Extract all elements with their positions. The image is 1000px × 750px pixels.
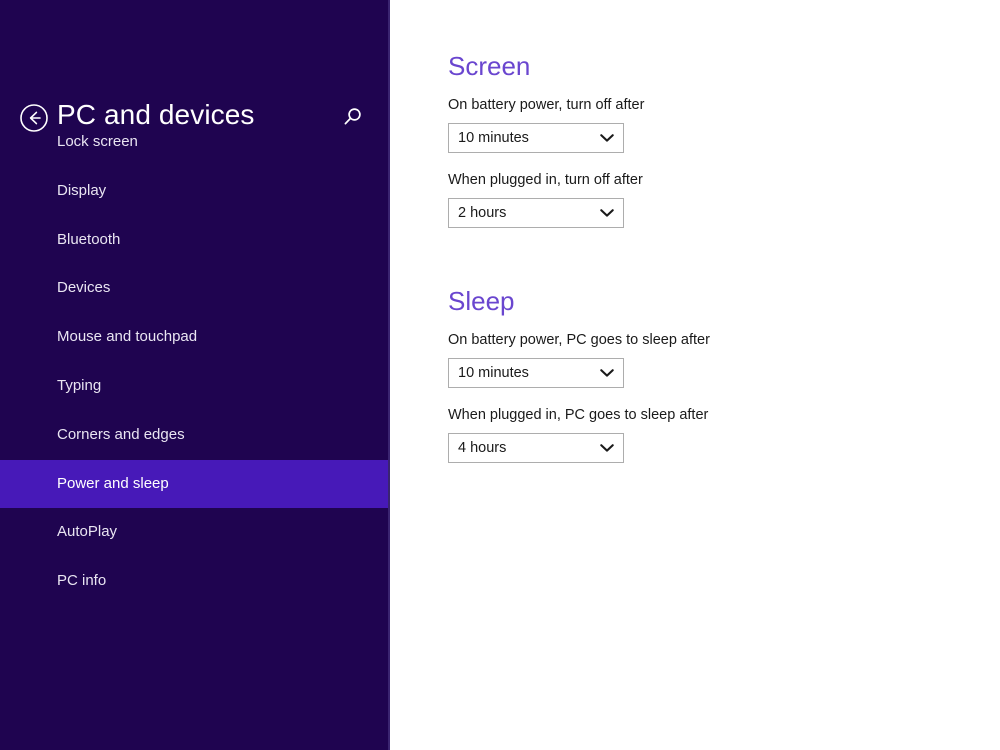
pc-settings-window: PC and devices Lock screen Display Bluet…: [0, 0, 1000, 750]
chevron-down-icon: [600, 434, 614, 462]
sidebar-item-label: Display: [57, 181, 107, 199]
sidebar-item-label: AutoPlay: [57, 523, 118, 541]
section-heading: Sleep: [448, 286, 515, 316]
sidebar-item-label: Lock screen: [57, 133, 138, 150]
screen-plugged-in-dropdown[interactable]: 2 hours: [448, 198, 624, 228]
field-screen-on-battery: On battery power, turn off after 10 minu…: [448, 96, 644, 153]
dropdown-value: 2 hours: [458, 205, 507, 221]
chevron-down-icon: [600, 199, 614, 227]
sleep-plugged-in-dropdown[interactable]: 4 hours: [448, 433, 624, 463]
sidebar-item-display[interactable]: Display: [0, 167, 390, 216]
sidebar-item-label: Mouse and touchpad: [57, 328, 198, 346]
sidebar-item-label: Bluetooth: [57, 230, 121, 248]
field-label: When plugged in, PC goes to sleep after: [448, 407, 709, 423]
sidebar-item-bluetooth[interactable]: Bluetooth: [0, 216, 390, 265]
sidebar-item-label: PC info: [57, 572, 107, 590]
section-heading: Screen: [448, 51, 531, 81]
sidebar-item-label: Devices: [57, 279, 111, 297]
sidebar-item-pc-info[interactable]: PC info: [0, 557, 390, 606]
section-sleep: Sleep On battery power, PC goes to sleep…: [448, 285, 710, 463]
sidebar-item-typing[interactable]: Typing: [0, 362, 390, 411]
dropdown-value: 4 hours: [458, 440, 507, 456]
settings-content-panel: Screen On battery power, turn off after …: [390, 0, 1000, 750]
sidebar-item-label: Corners and edges: [57, 425, 185, 443]
sidebar-header: PC and devices: [0, 48, 390, 132]
field-label: On battery power, PC goes to sleep after: [448, 332, 710, 348]
sidebar-item-corners-and-edges[interactable]: Corners and edges: [0, 411, 390, 460]
sidebar-item-mouse-and-touchpad[interactable]: Mouse and touchpad: [0, 313, 390, 362]
chevron-down-icon: [600, 359, 614, 387]
sleep-on-battery-dropdown[interactable]: 10 minutes: [448, 358, 624, 388]
dropdown-value: 10 minutes: [458, 365, 529, 381]
field-screen-plugged-in: When plugged in, turn off after 2 hours: [448, 171, 644, 228]
dropdown-value: 10 minutes: [458, 130, 529, 146]
sidebar-nav-list: Lock screen Display Bluetooth Devices Mo…: [0, 118, 390, 606]
screen-on-battery-dropdown[interactable]: 10 minutes: [448, 123, 624, 153]
sidebar-item-lock-screen[interactable]: Lock screen: [0, 118, 390, 167]
sidebar-item-power-and-sleep[interactable]: Power and sleep: [0, 459, 390, 509]
sidebar-item-label: Power and sleep: [57, 474, 169, 492]
field-label: On battery power, turn off after: [448, 97, 645, 113]
section-screen: Screen On battery power, turn off after …: [448, 50, 644, 228]
field-label: When plugged in, turn off after: [448, 172, 643, 188]
sidebar-item-devices[interactable]: Devices: [0, 264, 390, 313]
field-sleep-plugged-in: When plugged in, PC goes to sleep after …: [448, 406, 710, 463]
sidebar-item-autoplay[interactable]: AutoPlay: [0, 508, 390, 557]
field-sleep-on-battery: On battery power, PC goes to sleep after…: [448, 331, 710, 388]
sidebar: PC and devices Lock screen Display Bluet…: [0, 0, 390, 750]
sidebar-item-label: Typing: [57, 376, 102, 394]
chevron-down-icon: [600, 124, 614, 152]
